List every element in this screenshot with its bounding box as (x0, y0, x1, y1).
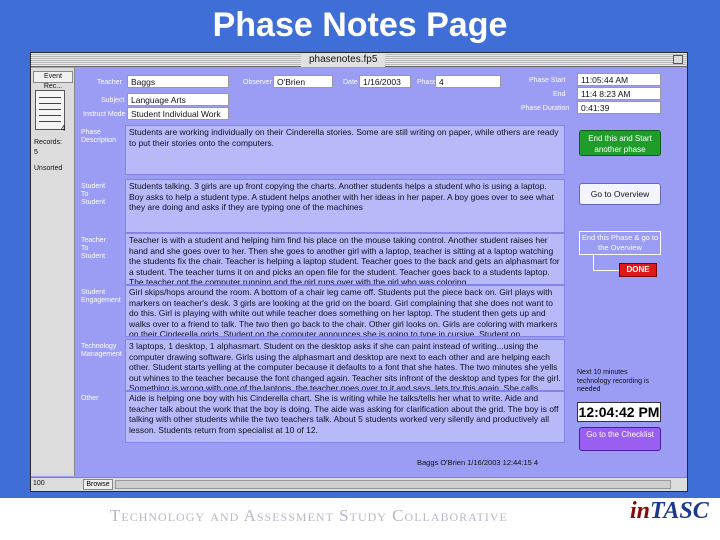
record-signature: Baggs O'Brien 1/16/2003 12:44:15 4 (417, 458, 539, 467)
teacher-to-student-label: Teacher To Student (81, 237, 106, 260)
teacher-label: Teacher (97, 79, 122, 86)
observer-label: Observer (243, 79, 272, 86)
date-field[interactable]: 1/16/2003 (359, 75, 411, 88)
teacher-field[interactable]: Baggs (127, 75, 229, 88)
subject-label: Subject (101, 97, 125, 104)
go-to-checklist-button[interactable]: Go to the Checklist (579, 427, 661, 451)
status-panel: Event Rec... 4 Records: 5 Unsorted (31, 68, 75, 476)
connector-line (593, 255, 621, 271)
event-rec-button[interactable]: Event Rec... (33, 71, 73, 90)
phase-description-field[interactable]: Students are working individually on the… (125, 125, 565, 175)
phase-duration-label: Phase Duration (521, 105, 570, 112)
page-number: 4 (61, 124, 66, 133)
phase-duration-field[interactable]: 0:41:39 (577, 101, 661, 114)
instruct-mode-label: Instruct Mode (83, 111, 126, 118)
end-and-start-phase-button[interactable]: End this and Start another phase (579, 130, 661, 156)
horizontal-scrollbar[interactable] (115, 480, 671, 489)
end-phase-overview-note: End this Phase & go to the Overview (579, 231, 661, 255)
done-button[interactable]: DONE (619, 263, 657, 277)
window-title: phasenotes.fp5 (301, 53, 386, 67)
bottom-banner: Technology and Assessment Study Collabor… (0, 498, 720, 540)
date-label: Date (343, 79, 358, 86)
end-label: End (553, 91, 566, 98)
status-bar: 100 Browse (31, 477, 687, 491)
logo-part-tasc: TASC (650, 498, 709, 524)
technology-recording-note: Next 10 minutes technology recording is … (577, 369, 649, 393)
end-field[interactable]: 11:4 8:23 AM (577, 87, 661, 100)
unsorted-label: Unsorted (34, 165, 63, 172)
clock-display: 12:04:42 PM (577, 402, 661, 422)
phase-label: Phase (417, 79, 437, 86)
banner-text: Technology and Assessment Study Collabor… (110, 506, 508, 525)
instruct-mode-field[interactable]: Student Individual Work (127, 107, 229, 120)
student-to-student-label: Student To Student (81, 183, 106, 206)
phase-start-label: Phase Start (529, 77, 566, 84)
intasc-logo: inTASC (630, 498, 709, 525)
mode-selector[interactable]: Browse (83, 479, 113, 490)
student-engagement-field[interactable]: Girl skips/hops around the room. A botto… (125, 285, 565, 337)
technology-management-field[interactable]: 3 laptops, 1 desktop, 1 alphasmart. Stud… (125, 339, 565, 391)
slide-title: Phase Notes Page (212, 6, 508, 44)
records-label: Records: (34, 139, 63, 146)
filemaker-window: phasenotes.fp5 Event Rec... 4 Records: 5… (30, 52, 688, 492)
go-to-overview-button[interactable]: Go to Overview (579, 183, 661, 205)
phase-field[interactable]: 4 (435, 75, 501, 88)
phase-description-label: Phase Description (81, 129, 117, 144)
window-titlebar[interactable]: phasenotes.fp5 (31, 53, 687, 67)
zoom-box-icon[interactable] (673, 55, 683, 64)
technology-management-label: Technology Management (81, 343, 122, 358)
subject-field[interactable]: Language Arts (127, 93, 229, 106)
logo-part-in: in (630, 498, 651, 524)
observer-field[interactable]: O'Brien (273, 75, 333, 88)
phase-start-field[interactable]: 11:05:44 AM (577, 73, 661, 86)
student-to-student-field[interactable]: Students talking. 3 girls are up front c… (125, 179, 565, 233)
other-label: Other (81, 395, 99, 402)
other-field[interactable]: Aide is helping one boy with his Cindere… (125, 391, 565, 443)
zoom-level[interactable]: 100 (33, 480, 45, 487)
student-engagement-label: Student Engagement (81, 289, 121, 304)
teacher-to-student-field[interactable]: Teacher is with a student and helping hi… (125, 233, 565, 285)
records-value: 5 (34, 149, 38, 156)
